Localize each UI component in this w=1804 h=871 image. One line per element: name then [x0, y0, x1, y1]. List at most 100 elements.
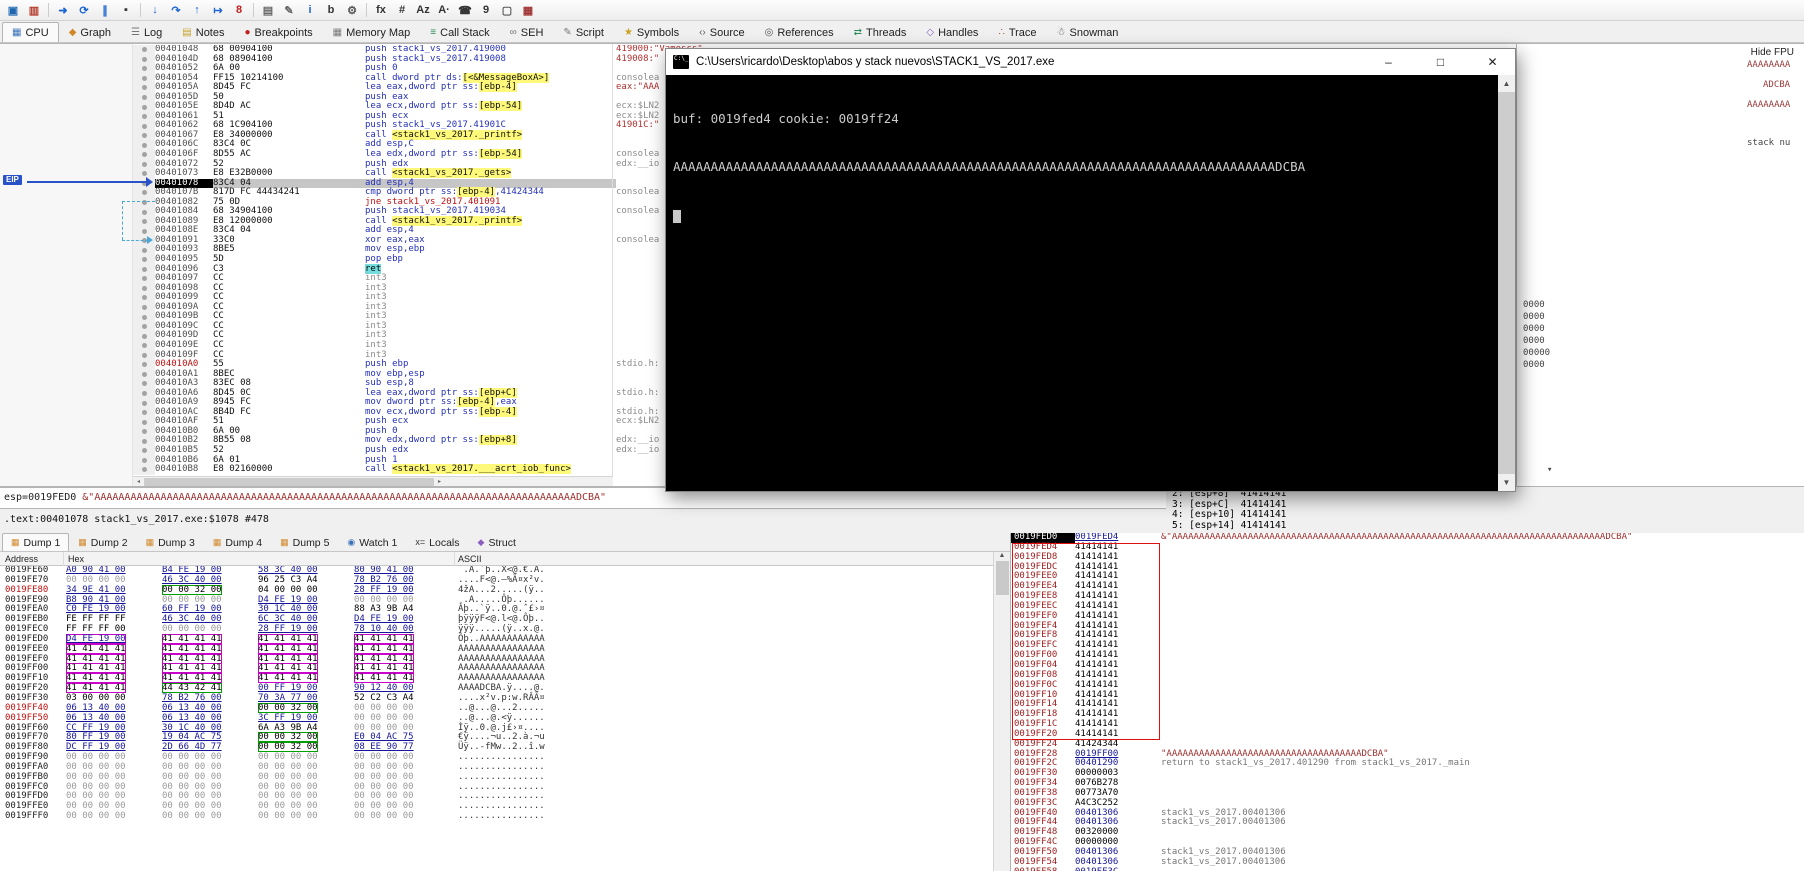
breakpoint-gutter[interactable]	[133, 321, 155, 332]
scroll-up-icon[interactable]: ▲	[994, 552, 1010, 559]
functions-icon[interactable]: fx	[371, 2, 391, 19]
tab-locals[interactable]: x= Locals	[406, 533, 468, 551]
breakpoint-gutter[interactable]	[133, 312, 155, 322]
breakpoint-count-icon[interactable]: 8	[229, 2, 249, 19]
console-title-bar[interactable]: C:\_ C:\Users\ricardo\Desktop\abos y sta…	[666, 49, 1515, 75]
stack-row[interactable]: 0019FED8 41414141	[1011, 552, 1804, 563]
stack-row[interactable]: 0019FF44 00401306 stack1_vs_2017.00401306	[1011, 818, 1804, 828]
tab-log[interactable]: ☰ Log	[121, 22, 172, 42]
stack-row[interactable]: 0019FF30 00000003	[1011, 768, 1804, 779]
stack-row[interactable]: 0019FEFC 41414141	[1011, 640, 1804, 651]
tab-watch-1[interactable]: ◉ Watch 1	[338, 533, 406, 551]
hash-icon[interactable]: #	[392, 2, 412, 19]
breakpoint-gutter[interactable]	[133, 455, 155, 466]
tab-notes[interactable]: ▤ Notes	[172, 22, 234, 42]
settings-gear-icon[interactable]: ⚙	[342, 2, 362, 19]
close-file-icon[interactable]: ▥	[24, 2, 44, 19]
memory-icon[interactable]: ▤	[258, 2, 278, 19]
tab-dump-5[interactable]: ▦ Dump 5	[271, 533, 338, 551]
phone-icon[interactable]: ☎	[455, 2, 475, 19]
scrollbar-thumb[interactable]	[995, 561, 1009, 595]
breakpoint-gutter[interactable]	[133, 445, 155, 456]
console-scrollbar[interactable]: ▲ ▼	[1498, 75, 1515, 491]
step-over-icon[interactable]: ↷	[166, 2, 186, 19]
stack-row[interactable]: 0019FEF8 41414141	[1011, 631, 1804, 641]
scrollbar-thumb[interactable]	[1498, 92, 1515, 474]
breakpoint-gutter[interactable]	[133, 197, 155, 208]
stack-row[interactable]: 0019FF2C 00401290 return to stack1_vs_2017…	[1011, 759, 1804, 769]
breakpoint-gutter[interactable]	[133, 140, 155, 151]
stack-row[interactable]: 0019FF40 00401306 stack1_vs_2017.00401306	[1011, 808, 1804, 819]
breakpoint-gutter[interactable]	[133, 465, 155, 475]
breakpoint-gutter[interactable]	[133, 398, 155, 408]
breakpoint-gutter[interactable]	[133, 226, 155, 236]
breakpoint-gutter[interactable]	[133, 54, 155, 65]
brick-icon[interactable]: ▦	[518, 2, 538, 19]
breakpoint-gutter[interactable]	[133, 159, 155, 170]
breakpoint-gutter[interactable]	[133, 274, 155, 284]
breakpoint-gutter[interactable]	[133, 331, 155, 341]
tab-references[interactable]: ◎ References	[755, 22, 844, 42]
stack-row[interactable]: 0019FF20 41414141	[1011, 729, 1804, 740]
breakpoint-gutter[interactable]	[133, 293, 155, 303]
stack-row[interactable]: 0019FEE8 41414141	[1011, 591, 1804, 602]
breakpoint-gutter[interactable]	[133, 216, 155, 227]
breakpoint-gutter[interactable]	[133, 283, 155, 294]
pause-icon[interactable]: ∥	[95, 2, 115, 19]
stack-row[interactable]: 0019FF24 41424344	[1011, 739, 1804, 750]
tab-cpu[interactable]: ▦ CPU	[2, 22, 59, 42]
breakpoint-gutter[interactable]	[133, 73, 155, 84]
stack-row[interactable]: 0019FED4 41414141	[1011, 542, 1804, 553]
close-button[interactable]: ✕	[1470, 49, 1515, 75]
breakpoint-gutter[interactable]	[133, 340, 155, 351]
calculator-icon[interactable]: 9	[476, 2, 496, 19]
breakpoint-gutter[interactable]	[133, 121, 155, 131]
breakpoint-gutter[interactable]	[133, 369, 155, 380]
uppercase-icon[interactable]: Az	[413, 2, 433, 19]
breakpoint-gutter[interactable]	[133, 255, 155, 265]
stack-row[interactable]: 0019FF48 00320000	[1011, 827, 1804, 838]
stack-row[interactable]: 0019FF10 41414141	[1011, 690, 1804, 701]
breakpoint-gutter[interactable]	[133, 111, 155, 122]
stack-row[interactable]: 0019FEF4 41414141	[1011, 621, 1804, 632]
tab-snowman[interactable]: ☃ Snowman	[1047, 22, 1129, 42]
tab-memory-map[interactable]: ▦ Memory Map	[323, 22, 421, 42]
label-icon[interactable]: b	[321, 2, 341, 19]
stack-row[interactable]: 0019FEDC 41414141	[1011, 562, 1804, 573]
stack-row[interactable]: 0019FEF0 41414141	[1011, 611, 1804, 622]
breakpoint-gutter[interactable]	[133, 207, 155, 217]
tab-dump-3[interactable]: ▦ Dump 3	[137, 533, 204, 551]
stack-row[interactable]: 0019FF34 0076B278	[1011, 778, 1804, 789]
tab-handles[interactable]: ◇ Handles	[916, 22, 988, 42]
breakpoint-gutter[interactable]	[133, 417, 155, 427]
stack-row[interactable]: 0019FF08 41414141	[1011, 670, 1804, 681]
tab-dump-2[interactable]: ▦ Dump 2	[69, 533, 136, 551]
tab-struct[interactable]: ◆ Struct	[469, 533, 525, 551]
breakpoint-gutter[interactable]	[133, 302, 155, 313]
dump-scrollbar[interactable]: ▲	[993, 552, 1010, 871]
tab-call-stack[interactable]: ≡ Call Stack	[420, 22, 499, 42]
breakpoint-gutter[interactable]	[133, 45, 155, 55]
step-into-icon[interactable]: ↓	[145, 2, 165, 19]
breakpoint-gutter[interactable]	[133, 350, 155, 361]
tab-source[interactable]: ‹› Source	[689, 22, 755, 42]
stack-row[interactable]: 0019FF04 41414141	[1011, 660, 1804, 671]
scroll-down-icon[interactable]: ▼	[1498, 474, 1515, 491]
stack-row[interactable]: 0019FF50 00401306 stack1_vs_2017.00401306	[1011, 847, 1804, 858]
stack-row[interactable]: 0019FEE0 41414141	[1011, 572, 1804, 582]
stack-row[interactable]: 0019FF18 41414141	[1011, 709, 1804, 720]
tab-breakpoints[interactable]: ● Breakpoints	[235, 22, 323, 42]
hide-fpu-button[interactable]: Hide FPU	[1751, 47, 1794, 58]
stack-row[interactable]: 0019FF38 00773A70	[1011, 788, 1804, 799]
stack-row[interactable]: 0019FF1C 41414141	[1011, 719, 1804, 730]
step-out-icon[interactable]: ↑	[187, 2, 207, 19]
tab-graph[interactable]: ◆ Graph	[59, 22, 121, 42]
lowercase-icon[interactable]: A·	[434, 2, 454, 19]
breakpoint-gutter[interactable]	[133, 436, 155, 446]
console-output[interactable]: buf: 0019fed4 cookie: 0019ff24 AAAAAAAAA…	[666, 75, 1498, 491]
breakpoint-gutter[interactable]	[133, 150, 155, 160]
tab-dump-1[interactable]: ▦ Dump 1	[2, 533, 70, 551]
stop-icon[interactable]: ▪	[116, 2, 136, 19]
breakpoint-gutter[interactable]	[133, 426, 155, 437]
run-icon[interactable]: ➜	[53, 2, 73, 19]
